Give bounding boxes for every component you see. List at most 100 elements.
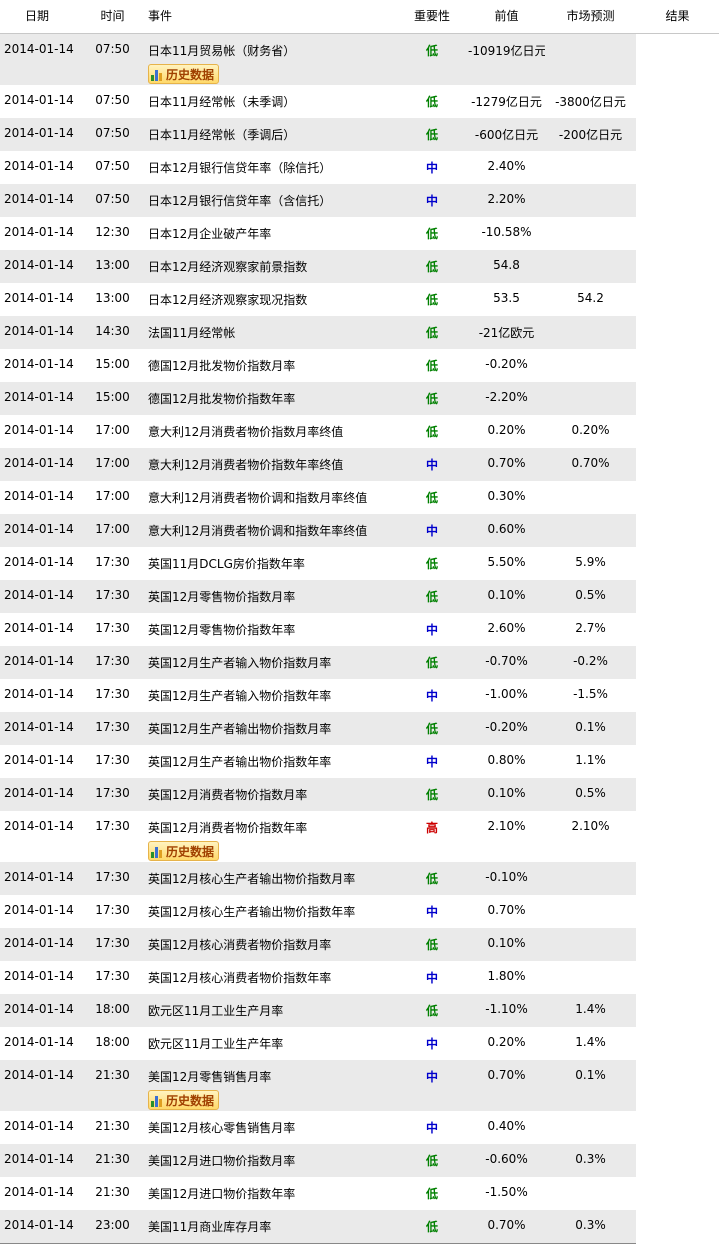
result-cell [636,34,719,85]
forecast-cell: 1.4% [545,1027,636,1060]
table-row: 2014-01-14 14:30 法国11月经常帐 低 -21亿欧元 [0,316,719,349]
event-cell-text: 意大利12月消费者物价调和指数月率终值 [148,491,368,505]
date-cell: 2014-01-14 [0,712,85,745]
table-row: 2014-01-14 17:30 英国11月DCLG房价指数年率 低 5.50% 5.9% [0,547,719,580]
date-cell-text: 2014-01-14 [4,93,74,107]
previous-cell-text: 0.30% [487,489,526,503]
importance-cell: 中 [396,448,468,481]
forecast-cell-text: 1.4% [575,1035,606,1049]
event-cell-text: 法国11月经常帐 [148,326,236,340]
result-cell [636,118,719,151]
previous-cell-text: 0.60% [487,522,526,536]
result-cell [636,316,719,349]
event-cell-text: 意大利12月消费者物价指数年率终值 [148,458,344,472]
previous-cell-text: 0.70% [487,1218,526,1232]
table-row: 2014-01-14 17:30 英国12月零售物价指数年率 中 2.60% 2.7% [0,613,719,646]
forecast-cell-text: -1.5% [573,687,608,701]
date-cell-text: 2014-01-14 [4,555,74,569]
forecast-cell: 0.20% [545,415,636,448]
table-row: 2014-01-14 17:30 英国12月零售物价指数月率 低 0.10% 0.5% [0,580,719,613]
time-cell-text: 17:00 [95,456,130,470]
table-row: 2014-01-14 17:30 英国12月核心消费者物价指数年率 中 1.80% [0,961,719,994]
time-cell-text: 17:30 [95,903,130,917]
event-cell-text: 日本12月企业破产年率 [148,227,272,241]
result-cell [636,184,719,217]
event-cell: 英国11月DCLG房价指数年率 [140,547,396,580]
time-cell: 17:00 [85,415,140,448]
time-cell-text: 21:30 [95,1119,130,1133]
previous-cell: -21亿欧元 [468,316,545,349]
importance-cell: 低 [396,382,468,415]
forecast-cell: -200亿日元 [545,118,636,151]
table-row: 2014-01-14 07:50 日本12月银行信贷年率（含信托） 中 2.20% [0,184,719,217]
previous-cell-text: -10.58% [481,225,532,239]
event-cell: 英国12月消费者物价指数月率 [140,778,396,811]
forecast-cell-text: -200亿日元 [558,128,623,142]
table-row: 2014-01-14 13:00 日本12月经济观察家前景指数 低 54.8 [0,250,719,283]
forecast-cell [545,961,636,994]
time-cell-text: 17:30 [95,819,130,833]
previous-cell: 0.10% [468,928,545,961]
time-cell: 17:00 [85,514,140,547]
time-cell-text: 17:30 [95,555,130,569]
time-cell-text: 14:30 [95,324,130,338]
history-data-label: 历史数据 [166,67,215,82]
forecast-cell: 0.1% [545,1060,636,1111]
event-cell-text: 美国12月零售销售月率 [148,1070,272,1084]
date-cell: 2014-01-14 [0,481,85,514]
event-cell-text: 美国11月商业库存月率 [148,1220,272,1234]
date-cell: 2014-01-14 [0,283,85,316]
importance-cell-text: 低 [425,359,438,373]
time-cell: 17:30 [85,580,140,613]
history-data-button[interactable]: 历史数据 [148,841,220,861]
result-cell [636,1177,719,1210]
time-cell: 17:30 [85,547,140,580]
table-row: 2014-01-14 17:30 英国12月消费者物价指数月率 低 0.10% 0.5% [0,778,719,811]
previous-cell-text: -600亿日元 [474,128,539,142]
time-cell: 21:30 [85,1177,140,1210]
previous-cell-text: -21亿欧元 [478,326,535,340]
time-cell: 12:30 [85,217,140,250]
result-cell [636,1060,719,1111]
previous-cell: 54.8 [468,250,545,283]
date-cell: 2014-01-14 [0,415,85,448]
header-forecast: 市场预测 [566,9,615,23]
importance-cell-text: 低 [425,326,438,340]
date-cell-text: 2014-01-14 [4,42,74,56]
result-cell [636,613,719,646]
date-cell-text: 2014-01-14 [4,1152,74,1166]
previous-cell-text: 0.40% [487,1119,526,1133]
date-cell: 2014-01-14 [0,928,85,961]
event-cell-text: 德国12月批发物价指数月率 [148,359,296,373]
date-cell-text: 2014-01-14 [4,786,74,800]
table-row: 2014-01-14 17:00 意大利12月消费者物价指数年率终值 中 0.70% 0.… [0,448,719,481]
previous-cell-text: 53.5 [493,291,520,305]
time-cell: 18:00 [85,994,140,1027]
result-cell [636,811,719,862]
result-cell [636,481,719,514]
table-row: 2014-01-14 07:50 日本11月经常帐（季调后） 低 -600亿日元 -200… [0,118,719,151]
previous-cell: -10919亿日元 [468,34,547,85]
event-cell: 美国12月进口物价指数月率 [140,1144,396,1177]
event-cell-text: 英国12月生产者输出物价指数年率 [148,755,332,769]
history-data-button[interactable]: 历史数据 [148,1090,220,1110]
result-cell [636,448,719,481]
date-cell: 2014-01-14 [0,580,85,613]
forecast-cell [545,382,636,415]
importance-cell: 低 [396,547,468,580]
time-cell: 17:00 [85,481,140,514]
time-cell: 17:30 [85,961,140,994]
history-data-button[interactable]: 历史数据 [148,64,220,84]
importance-cell: 低 [396,994,468,1027]
event-cell: 英国12月消费者物价指数年率 历史数据 [140,811,396,862]
previous-cell-text: -1.00% [485,687,528,701]
importance-cell-text: 中 [425,623,438,637]
date-cell-text: 2014-01-14 [4,423,74,437]
bar-chart-icon [151,1094,163,1107]
time-cell: 07:50 [85,34,140,85]
event-cell-text: 日本11月贸易帐（财务省） [148,44,296,58]
importance-cell-text: 中 [425,755,438,769]
forecast-cell-text: 54.2 [577,291,604,305]
event-cell: 日本12月企业破产年率 [140,217,396,250]
forecast-cell: -3800亿日元 [545,85,636,118]
